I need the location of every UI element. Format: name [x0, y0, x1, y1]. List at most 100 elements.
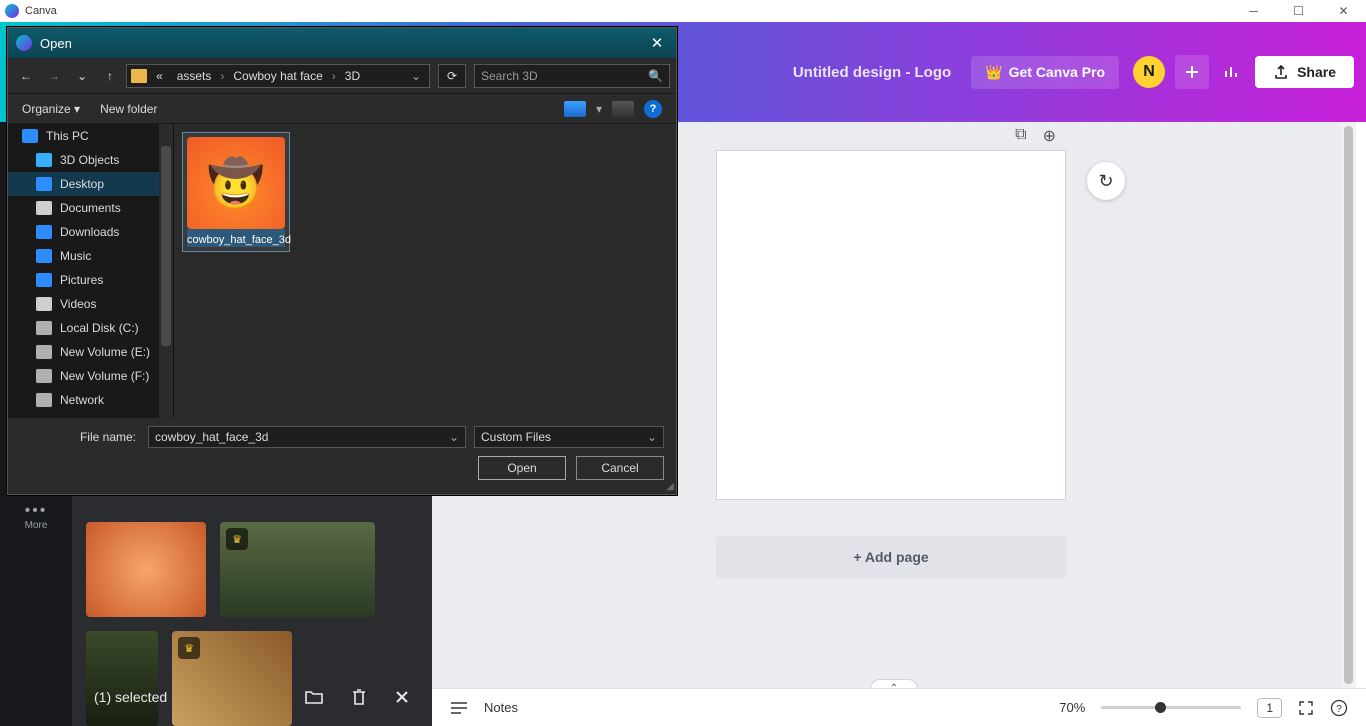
tree-item-label: Local Disk (C:) [60, 321, 139, 335]
preview-pane-button[interactable] [612, 101, 634, 117]
tree-item-label: Music [60, 249, 91, 263]
refresh-canvas-button[interactable]: ↻ [1087, 162, 1125, 200]
breadcrumb-segment[interactable]: assets [172, 69, 217, 83]
file-name-input[interactable]: cowboy_hat_face_3d ⌄ [148, 426, 466, 448]
folder-icon [36, 177, 52, 191]
help-icon[interactable]: ? [644, 100, 662, 118]
tree-item-3d-objects[interactable]: 3D Objects [8, 148, 173, 172]
os-title-bar: Canva ─ ☐ ✕ [0, 0, 1366, 22]
refresh-button[interactable]: ⟳ [438, 64, 466, 88]
chevron-down-icon[interactable]: ⌄ [449, 430, 459, 444]
tree-item-label: Documents [60, 201, 121, 215]
app-name: Canva [25, 5, 57, 17]
search-input[interactable]: Search 3D 🔍 [474, 64, 670, 88]
more-nav-button[interactable]: ••• More [25, 502, 48, 531]
get-canva-pro-button[interactable]: 👑 Get Canva Pro [971, 56, 1119, 89]
folder-icon [36, 273, 52, 287]
tree-item-label: Network [60, 393, 104, 407]
page-indicator[interactable]: 1 [1257, 698, 1282, 718]
file-list[interactable]: 🤠 cowboy_hat_face_3d [174, 124, 676, 418]
document-title[interactable]: Untitled design - Logo [793, 64, 951, 81]
add-page-button[interactable]: + Add page [716, 536, 1066, 578]
trash-icon[interactable] [350, 687, 368, 707]
notes-button[interactable]: Notes [484, 700, 518, 715]
open-button[interactable]: Open [478, 456, 566, 480]
nav-forward-button[interactable]: → [42, 64, 66, 88]
window-close-button[interactable]: ✕ [1321, 0, 1366, 22]
resize-grip[interactable]: ◢ [666, 481, 674, 492]
status-bar: Notes 70% 1 ? [432, 688, 1366, 726]
crown-icon: ♛ [226, 528, 248, 550]
cancel-button[interactable]: Cancel [576, 456, 664, 480]
tree-item-downloads[interactable]: Downloads [8, 220, 173, 244]
dialog-toolbar: Organize ▾ New folder ▾ ? [8, 94, 676, 124]
view-mode-button[interactable] [564, 101, 586, 117]
tree-item-pictures[interactable]: Pictures [8, 268, 173, 292]
vertical-scrollbar[interactable] [1341, 122, 1356, 688]
nav-up-button[interactable]: ↑ [98, 64, 122, 88]
share-button[interactable]: Share [1255, 56, 1354, 88]
zoom-slider[interactable] [1101, 706, 1241, 709]
upload-thumbnail[interactable] [86, 522, 206, 617]
window-minimize-button[interactable]: ─ [1231, 0, 1276, 22]
window-maximize-button[interactable]: ☐ [1276, 0, 1321, 22]
nav-recent-dropdown[interactable]: ⌄ [70, 64, 94, 88]
add-page-icon[interactable]: ⊕ [1043, 126, 1056, 146]
tree-item-network[interactable]: Network [8, 388, 173, 412]
svg-text:?: ? [1336, 704, 1342, 715]
add-member-button[interactable] [1175, 55, 1209, 89]
tree-item-documents[interactable]: Documents [8, 196, 173, 220]
file-type-select[interactable]: Custom Files ⌄ [474, 426, 664, 448]
close-panel-icon[interactable] [394, 689, 410, 705]
breadcrumb-bar[interactable]: « assets › Cowboy hat face › 3D ⌄ [126, 64, 430, 88]
nav-back-button[interactable]: ← [14, 64, 38, 88]
tree-item-this-pc[interactable]: This PC [8, 124, 173, 148]
folder-tree[interactable]: This PC 3D Objects Desktop Documents Downloa… [8, 124, 174, 418]
file-thumbnail: 🤠 [187, 137, 285, 229]
tree-item-videos[interactable]: Videos [8, 292, 173, 316]
zoom-value[interactable]: 70% [1059, 700, 1085, 715]
file-item[interactable]: 🤠 cowboy_hat_face_3d [182, 132, 290, 252]
tree-item-label: 3D Objects [60, 153, 119, 167]
dialog-title-bar[interactable]: Open ✕ [8, 28, 676, 58]
tree-item-label: Desktop [60, 177, 104, 191]
organize-menu[interactable]: Organize ▾ [22, 102, 80, 116]
tree-item-new-volume-e-[interactable]: New Volume (E:) [8, 340, 173, 364]
folder-icon [36, 249, 52, 263]
folder-icon [131, 69, 147, 83]
dialog-address-row: ← → ⌄ ↑ « assets › Cowboy hat face › 3D … [8, 58, 676, 94]
help-icon[interactable]: ? [1330, 699, 1348, 717]
breadcrumb-segment[interactable]: 3D [340, 69, 365, 83]
tree-item-label: New Volume (F:) [60, 369, 149, 383]
chevron-down-icon[interactable]: ▾ [596, 102, 602, 116]
tree-item-music[interactable]: Music [8, 244, 173, 268]
folder-icon [36, 393, 52, 407]
breadcrumb-segment[interactable]: Cowboy hat face [228, 69, 327, 83]
insights-button[interactable] [1215, 55, 1249, 89]
tree-scrollbar[interactable] [159, 124, 173, 418]
upload-thumbnail[interactable]: ♛ [220, 522, 375, 617]
dialog-close-button[interactable]: ✕ [646, 34, 668, 52]
tree-item-label: Downloads [60, 225, 119, 239]
tree-item-new-volume-f-[interactable]: New Volume (F:) [8, 364, 173, 388]
chevron-down-icon[interactable]: ⌄ [407, 69, 425, 83]
design-page[interactable] [716, 150, 1066, 500]
crown-icon: 👑 [985, 64, 1002, 81]
folder-icon [36, 321, 52, 335]
tree-item-desktop[interactable]: Desktop [8, 172, 173, 196]
user-avatar[interactable]: N [1133, 56, 1165, 88]
tree-item-label: Videos [60, 297, 96, 311]
uploads-panel-footer: (1) selected [72, 668, 432, 726]
dialog-footer: File name: cowboy_hat_face_3d ⌄ Custom F… [8, 418, 676, 494]
folder-icon [36, 345, 52, 359]
fullscreen-icon[interactable] [1298, 700, 1314, 716]
search-icon: 🔍 [648, 69, 663, 83]
tree-item-local-disk-c-[interactable]: Local Disk (C:) [8, 316, 173, 340]
folder-icon[interactable] [304, 688, 324, 706]
new-folder-button[interactable]: New folder [100, 102, 157, 116]
canva-logo-icon [5, 4, 19, 18]
chevron-down-icon[interactable]: ⌄ [647, 430, 657, 444]
tree-item-label: New Volume (E:) [60, 345, 150, 359]
duplicate-page-icon[interactable]: ⧉ [1015, 126, 1026, 146]
tree-item-label: This PC [46, 129, 89, 143]
